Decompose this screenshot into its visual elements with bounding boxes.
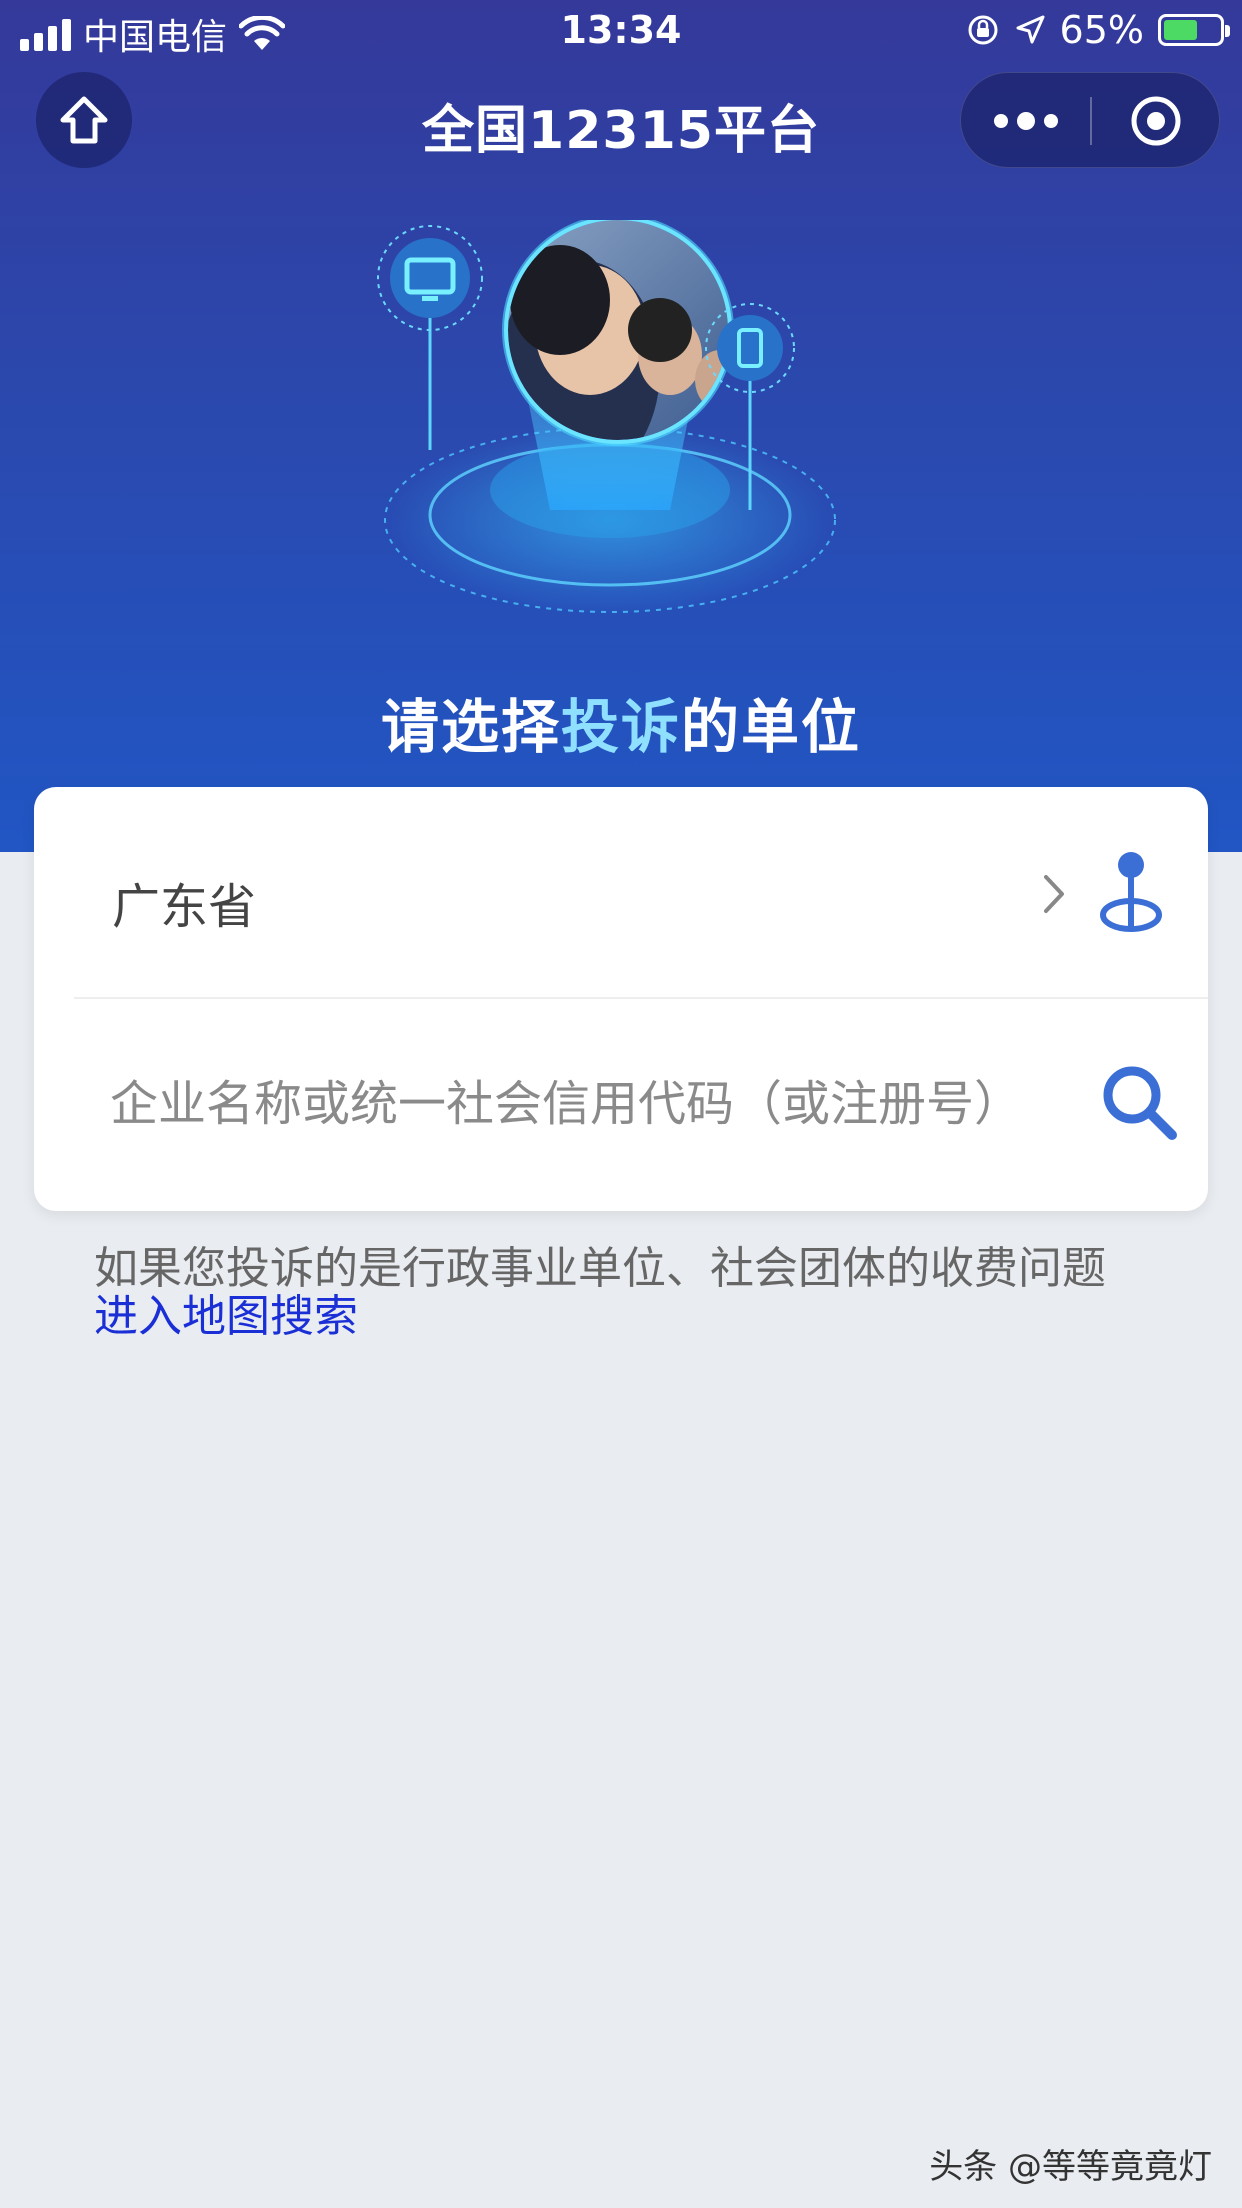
location-arrow-icon bbox=[1016, 15, 1045, 44]
status-right: 65% bbox=[966, 8, 1230, 52]
heading-highlight: 投诉 bbox=[560, 693, 681, 761]
hero-heading: 请选择投诉的单位 bbox=[0, 680, 1242, 764]
hint-text: 如果您投诉的是行政事业单位、社会团体的收费问题 bbox=[94, 1243, 1106, 1294]
map-search-link[interactable]: 进入地图搜索 bbox=[94, 1293, 1194, 1341]
rotation-lock-icon bbox=[968, 15, 998, 45]
close-mini-program-button[interactable] bbox=[1091, 73, 1221, 169]
province-selector[interactable]: 广东省 bbox=[34, 787, 1208, 998]
location-pin-icon[interactable] bbox=[1096, 849, 1166, 939]
status-bar: 中国电信 13:34 65% bbox=[0, 0, 1242, 62]
battery-icon bbox=[1158, 14, 1230, 46]
mini-program-capsule bbox=[960, 72, 1220, 168]
search-icon[interactable] bbox=[1098, 1061, 1182, 1145]
province-value: 广东省 bbox=[112, 879, 257, 935]
enterprise-search-input[interactable] bbox=[110, 1059, 1100, 1149]
chevron-right-icon bbox=[1044, 875, 1064, 913]
customer-service-illustration bbox=[377, 220, 836, 615]
more-button[interactable] bbox=[961, 73, 1091, 169]
hint-block: 如果您投诉的是行政事业单位、社会团体的收费问题 进入地图搜索 bbox=[94, 1245, 1194, 1341]
target-circle-icon bbox=[1131, 96, 1181, 146]
heading-prefix: 请选择 bbox=[380, 693, 561, 761]
selection-card: 广东省 bbox=[34, 787, 1208, 1211]
heading-suffix: 的单位 bbox=[681, 693, 862, 761]
watermark: 头条 @等等竟竟灯 bbox=[929, 2147, 1212, 2187]
battery-percent: 65% bbox=[1059, 8, 1144, 52]
more-dots-icon bbox=[1017, 112, 1035, 130]
enterprise-search-row bbox=[34, 999, 1208, 1211]
